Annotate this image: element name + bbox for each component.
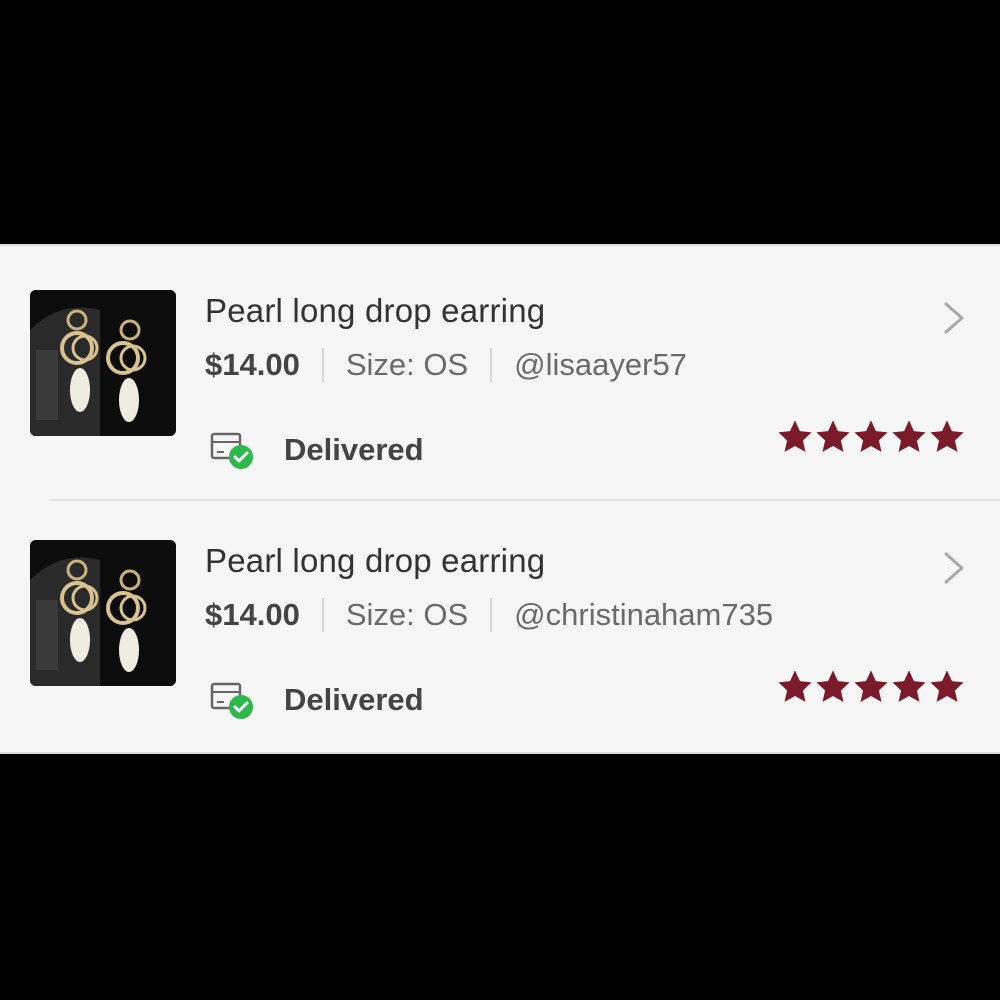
separator (490, 348, 493, 382)
separator (321, 348, 324, 382)
package-delivered-icon (210, 432, 253, 469)
status-label: Delivered (284, 432, 424, 467)
rating-stars (776, 668, 966, 706)
order-meta: $14.00 Size: OS @lisaayer57 (205, 347, 687, 383)
order-row[interactable]: Pearl long drop earring $14.00 Size: OS … (0, 246, 1000, 496)
separator (490, 598, 493, 632)
package-delivered-icon (210, 682, 253, 719)
product-title[interactable]: Pearl long drop earring (205, 292, 545, 330)
status-label: Delivered (284, 682, 424, 717)
chevron-right-icon[interactable] (936, 298, 972, 338)
delivery-status: Delivered (208, 428, 424, 472)
star-icon (930, 670, 964, 702)
buyer-username[interactable]: @christinaham735 (514, 597, 773, 633)
price: $14.00 (205, 597, 300, 632)
order-meta: $14.00 Size: OS @christinaham735 (205, 597, 773, 633)
star-icon (854, 420, 888, 452)
size: Size: OS (345, 597, 469, 632)
buyer-username[interactable]: @lisaayer57 (514, 347, 687, 383)
product-thumbnail[interactable] (30, 290, 176, 436)
delivery-status: Delivered (208, 678, 424, 722)
star-icon (892, 420, 926, 452)
earring-image (30, 540, 176, 686)
star-icon (892, 670, 926, 702)
star-icon (930, 420, 964, 452)
star-icon (778, 420, 812, 452)
earring-image (30, 290, 176, 436)
star-icon (778, 670, 812, 702)
star-icon (854, 670, 888, 702)
order-row[interactable]: Pearl long drop earring $14.00 Size: OS … (0, 496, 1000, 746)
price: $14.00 (205, 347, 300, 382)
order-list: Pearl long drop earring $14.00 Size: OS … (0, 244, 1000, 754)
star-icon (816, 670, 850, 702)
product-thumbnail[interactable] (30, 540, 176, 686)
rating-stars (776, 418, 966, 456)
product-title[interactable]: Pearl long drop earring (205, 542, 545, 580)
size: Size: OS (345, 347, 469, 382)
chevron-right-icon[interactable] (936, 548, 972, 588)
separator (321, 598, 324, 632)
star-icon (816, 420, 850, 452)
